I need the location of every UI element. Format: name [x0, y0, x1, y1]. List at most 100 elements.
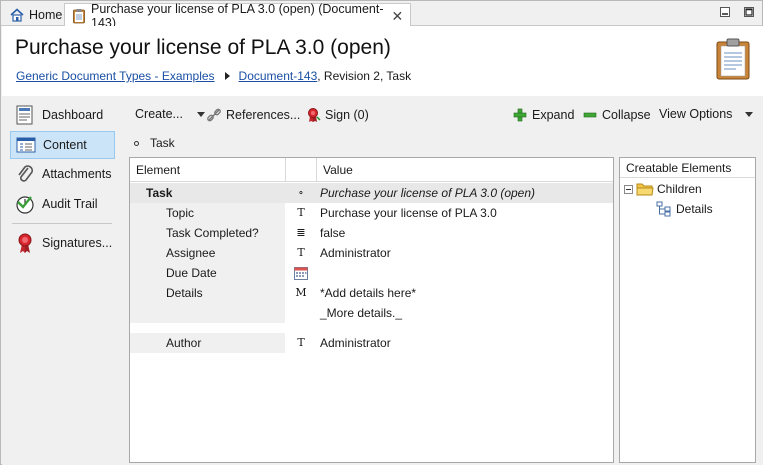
close-tab-icon[interactable]: ✕	[391, 9, 404, 23]
column-divider	[285, 158, 286, 182]
text-type-icon: T	[297, 336, 305, 349]
tab-home[interactable]: Home	[3, 3, 63, 26]
creatable-elements-header: Creatable Elements	[620, 158, 755, 178]
link-icon	[206, 107, 222, 123]
sign-ribbon-icon	[305, 107, 321, 123]
group-value-cell: Purchase your license of PLA 3.0 (open)	[320, 186, 536, 200]
table-row[interactable]: Due Date	[130, 263, 613, 283]
sidebar-item-label: Attachments	[42, 167, 112, 181]
row-value-cell-line2[interactable]: _More details._	[320, 303, 610, 323]
minus-icon	[582, 107, 598, 123]
collapse-toggle-icon[interactable]	[624, 184, 633, 194]
sign-button-label: Sign (0)	[325, 108, 369, 122]
audit-trail-icon	[14, 193, 36, 215]
sidebar: Dashboard Content Attachments Audit Trai…	[2, 96, 122, 465]
collapse-button[interactable]: Collapse	[582, 107, 651, 123]
group-type-icon: ∘	[298, 186, 304, 199]
row-value-cell[interactable]: Administrator	[320, 333, 610, 353]
clipboard-large-icon	[716, 38, 750, 80]
tab-bar: Home Purchase your license of PLA 3.0 (o…	[1, 1, 762, 30]
bullet-icon	[134, 140, 139, 146]
breadcrumb-link-document-types[interactable]: Generic Document Types - Examples	[16, 69, 215, 83]
row-element-cell: Details	[130, 283, 285, 323]
references-button[interactable]: References...	[206, 107, 300, 123]
tree-item-children[interactable]: Children	[624, 180, 702, 198]
minimize-icon[interactable]	[719, 6, 731, 18]
row-value-cell[interactable]: *Add details here*	[320, 283, 610, 303]
sidebar-item-label: Signatures...	[42, 236, 113, 250]
table-row[interactable]: Topic T Purchase your license of PLA 3.0	[130, 203, 613, 223]
table-row[interactable]: Author T Administrator	[130, 333, 613, 353]
row-element-cell: Assignee	[130, 243, 285, 263]
element-path: Task	[134, 136, 175, 150]
tree-item-details[interactable]: Details	[656, 200, 713, 218]
hierarchy-icon	[656, 201, 672, 217]
row-element-cell: Author	[130, 333, 285, 353]
row-value-cell[interactable]: Purchase your license of PLA 3.0	[320, 203, 610, 223]
sidebar-item-dashboard[interactable]: Dashboard	[10, 101, 115, 129]
ribbon-icon	[14, 232, 36, 254]
document-header: Purchase your license of PLA 3.0 (open) …	[2, 26, 763, 96]
breadcrumb-suffix: , Revision 2, Task	[317, 69, 412, 83]
table-row[interactable]: Details M *Add details here* _More detai…	[130, 283, 613, 323]
home-icon	[9, 7, 25, 23]
chevron-down-icon[interactable]	[196, 111, 205, 117]
column-header-element[interactable]: Element	[130, 158, 180, 182]
content-panel: Create... References... Sign (0) Expand …	[122, 96, 763, 465]
clipboard-icon	[71, 8, 87, 24]
breadcrumb-arrow-icon	[224, 72, 230, 80]
sidebar-item-content[interactable]: Content	[10, 131, 115, 159]
markdown-type-icon: M	[295, 286, 307, 299]
view-options-button[interactable]: View Options	[659, 107, 754, 121]
plus-icon	[512, 107, 528, 123]
dashboard-icon	[14, 104, 36, 126]
toolbar: Create... References... Sign (0) Expand …	[122, 96, 763, 134]
row-element-cell: Due Date	[130, 263, 285, 283]
sidebar-item-audit-trail[interactable]: Audit Trail	[10, 190, 115, 218]
references-button-label: References...	[226, 108, 301, 122]
create-button[interactable]: Create...	[135, 107, 205, 121]
chevron-down-icon	[745, 111, 754, 117]
sidebar-item-label: Audit Trail	[42, 197, 98, 211]
creatable-elements-panel: Creatable Elements Children Details	[619, 157, 756, 463]
calendar-icon[interactable]	[286, 263, 316, 283]
expand-button-label: Expand	[532, 108, 575, 122]
text-type-icon: T	[297, 206, 305, 219]
expand-button[interactable]: Expand	[512, 107, 574, 123]
row-element-cell: Topic	[130, 203, 285, 223]
sidebar-item-attachments[interactable]: Attachments	[10, 160, 115, 188]
maximize-icon[interactable]	[743, 6, 755, 18]
tree-item-label: Details	[676, 202, 713, 216]
collapse-button-label: Collapse	[602, 108, 651, 122]
breadcrumb-link-document[interactable]: Document-143	[239, 69, 318, 83]
enum-type-icon: ≣	[296, 226, 306, 239]
page-title: Purchase your license of PLA 3.0 (open)	[15, 36, 391, 59]
table-row[interactable]: Task Completed? ≣ false	[130, 223, 613, 243]
element-table: Element Value Task ∘ Purchase your licen…	[129, 157, 614, 463]
paperclip-icon	[14, 163, 36, 185]
view-options-label: View Options	[659, 107, 733, 121]
content-icon	[15, 134, 37, 156]
application-window: Home Purchase your license of PLA 3.0 (o…	[0, 0, 763, 465]
table-row[interactable]: Assignee T Administrator	[130, 243, 613, 263]
sign-button[interactable]: Sign (0)	[305, 107, 369, 123]
folder-icon	[636, 181, 654, 197]
sidebar-divider	[12, 223, 112, 224]
create-button-label: Create...	[135, 107, 183, 121]
row-element-cell: Task Completed?	[130, 223, 285, 243]
tab-home-label: Home	[29, 7, 63, 22]
text-type-icon: T	[297, 246, 305, 259]
row-value-cell[interactable]: Administrator	[320, 243, 610, 263]
element-path-label: Task	[150, 136, 175, 150]
table-group-row[interactable]: Task ∘ Purchase your license of PLA 3.0 …	[130, 183, 613, 203]
table-header: Element Value	[130, 158, 613, 182]
sidebar-item-label: Dashboard	[42, 108, 104, 122]
breadcrumb: Generic Document Types - Examples Docume…	[16, 69, 411, 83]
row-value-cell[interactable]	[320, 263, 610, 283]
tab-document[interactable]: Purchase your license of PLA 3.0 (open) …	[64, 2, 411, 30]
column-header-value[interactable]: Value	[317, 158, 353, 182]
group-element-cell: Task	[130, 183, 285, 203]
sidebar-item-signatures[interactable]: Signatures...	[10, 229, 115, 257]
tree-item-label: Children	[657, 182, 702, 196]
row-value-cell[interactable]: false	[320, 223, 610, 243]
